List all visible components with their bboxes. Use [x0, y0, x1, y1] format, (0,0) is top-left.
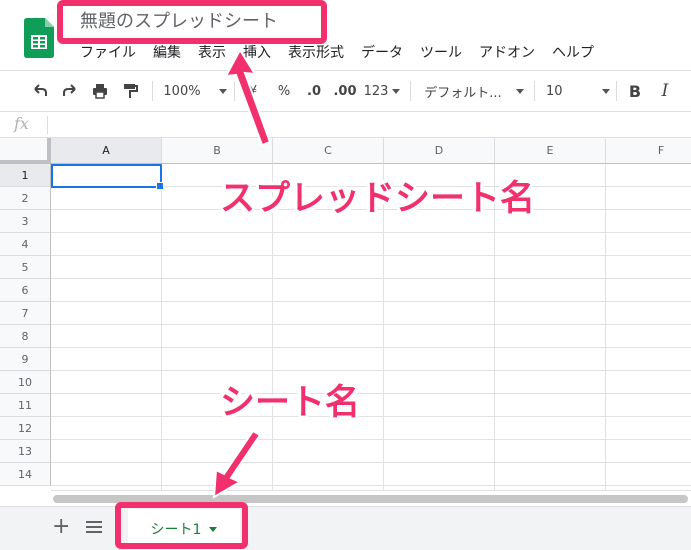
row-header-3[interactable]: 3 — [0, 210, 51, 233]
chevron-down-icon — [218, 88, 227, 94]
row-header-11[interactable]: 11 — [0, 394, 51, 417]
row-header-6[interactable]: 6 — [0, 279, 51, 302]
chevron-down-icon — [602, 88, 610, 94]
row-header-9[interactable]: 9 — [0, 348, 51, 371]
redo-icon[interactable] — [58, 71, 82, 111]
chevron-down-icon — [515, 88, 524, 94]
formula-separator — [47, 116, 48, 134]
column-header-a[interactable]: A — [51, 138, 162, 164]
active-cell-a1[interactable] — [51, 164, 164, 190]
increase-decimal-button[interactable]: .00 — [331, 71, 359, 111]
menu-bar: ファイル 編集 表示 挿入 表示形式 データ ツール アドオン ヘルプ — [80, 42, 611, 62]
row-header-1[interactable]: 1 — [0, 164, 51, 187]
menu-tools[interactable]: ツール — [420, 42, 462, 62]
zoom-select[interactable]: 100% — [162, 71, 228, 111]
row-header-4[interactable]: 4 — [0, 233, 51, 256]
select-all-corner[interactable] — [0, 138, 51, 164]
font-size-select[interactable]: 10 — [546, 71, 610, 111]
all-sheets-menu-icon[interactable] — [86, 521, 102, 535]
column-header-d[interactable]: D — [384, 138, 495, 164]
toolbar: 100% ¥ % .0 .00 123 デフォルト... 10 B I — [0, 70, 691, 112]
number-format-select[interactable]: 123 — [363, 71, 401, 111]
toolbar-separator — [616, 81, 617, 101]
bold-button[interactable]: B — [626, 71, 644, 111]
column-header-b[interactable]: B — [162, 138, 273, 164]
add-sheet-button[interactable]: + — [52, 516, 70, 538]
print-icon[interactable] — [88, 71, 112, 111]
chevron-down-icon — [392, 88, 401, 94]
italic-button[interactable]: I — [656, 71, 674, 111]
sheet-tab-highlight-box — [115, 502, 248, 549]
row-header-14[interactable]: 14 — [0, 463, 51, 486]
percent-button[interactable]: % — [273, 71, 295, 111]
column-header-e[interactable]: E — [495, 138, 606, 164]
font-size-value: 10 — [546, 83, 563, 99]
column-header-c[interactable]: C — [273, 138, 384, 164]
menu-data[interactable]: データ — [361, 42, 403, 62]
menu-insert[interactable]: 挿入 — [243, 42, 271, 62]
google-sheets-icon[interactable] — [24, 18, 54, 58]
menu-edit[interactable]: 編集 — [153, 42, 181, 62]
column-header-f[interactable]: F — [606, 138, 691, 164]
toolbar-separator — [234, 81, 235, 101]
row-header-2[interactable]: 2 — [0, 187, 51, 210]
currency-icon[interactable]: ¥ — [246, 71, 260, 111]
menu-view[interactable]: 表示 — [198, 42, 226, 62]
formula-bar[interactable]: fx — [0, 112, 691, 138]
font-family-select[interactable]: デフォルト... — [420, 71, 528, 111]
toolbar-separator — [534, 81, 535, 101]
row-header-13[interactable]: 13 — [0, 440, 51, 463]
row-header-10[interactable]: 10 — [0, 371, 51, 394]
menu-format[interactable]: 表示形式 — [288, 42, 344, 62]
menu-help[interactable]: ヘルプ — [552, 42, 594, 62]
paint-format-icon[interactable] — [118, 71, 142, 111]
toolbar-separator — [410, 81, 411, 101]
title-highlight-box — [57, 0, 327, 44]
annotation-spreadsheet-name: スプレッドシート名 — [220, 179, 536, 219]
toolbar-separator — [152, 81, 153, 101]
undo-icon[interactable] — [28, 71, 52, 111]
menu-addons[interactable]: アドオン — [479, 42, 535, 62]
annotation-sheet-name: シート名 — [220, 383, 361, 423]
number-format-label: 123 — [363, 83, 389, 99]
row-header-8[interactable]: 8 — [0, 325, 51, 348]
fx-icon: fx — [14, 114, 29, 133]
row-header-5[interactable]: 5 — [0, 256, 51, 279]
zoom-value: 100% — [163, 83, 201, 99]
menu-file[interactable]: ファイル — [80, 42, 136, 62]
font-family-value: デフォルト... — [424, 85, 502, 101]
sheet-bar: + シート1 — [0, 506, 691, 550]
row-header-7[interactable]: 7 — [0, 302, 51, 325]
decrease-decimal-button[interactable]: .0 — [302, 71, 326, 111]
row-header-12[interactable]: 12 — [0, 417, 51, 440]
